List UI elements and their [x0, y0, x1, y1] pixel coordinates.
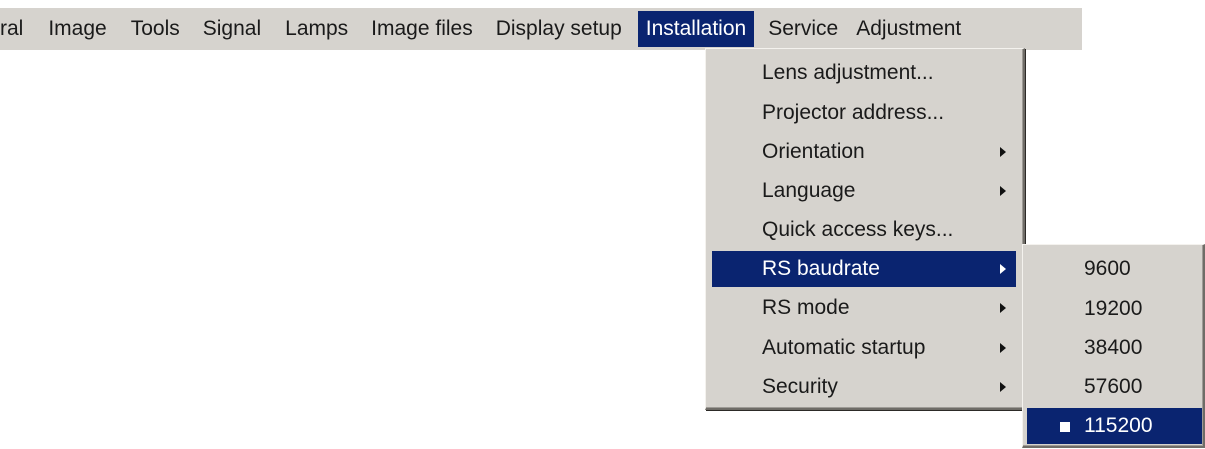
menu-item-label: RS baudrate	[762, 257, 880, 280]
menu-item-automatic-startup[interactable]: Automatic startup	[712, 330, 1016, 366]
menu-item-label: Security	[762, 375, 838, 398]
menubar-item-installation[interactable]: Installation	[637, 11, 755, 47]
menu-item-label: Lens adjustment...	[762, 61, 934, 84]
baudrate-option-115200[interactable]: 115200	[1027, 408, 1202, 444]
menu-item-label: Language	[762, 179, 856, 202]
submenu-arrow-icon	[1000, 264, 1006, 274]
menubar-item-tools[interactable]: Tools	[131, 8, 180, 50]
menu-item-projector-address[interactable]: Projector address...	[712, 95, 1016, 131]
submenu-arrow-icon	[1000, 147, 1006, 157]
menu-bar: ral Image Tools Signal Lamps Image files…	[0, 8, 1082, 50]
submenu-arrow-icon	[1000, 382, 1006, 392]
baudrate-option-label: 19200	[1084, 297, 1143, 320]
baudrate-option-19200[interactable]: 19200	[1027, 291, 1202, 327]
menu-item-label: Quick access keys...	[762, 218, 954, 241]
menu-item-rs-mode[interactable]: RS mode	[712, 290, 1016, 326]
menubar-item-service[interactable]: Service	[768, 8, 838, 50]
menubar-item-adjustment[interactable]: Adjustment	[856, 8, 961, 50]
baudrate-option-label: 9600	[1084, 257, 1131, 280]
menu-item-orientation[interactable]: Orientation	[712, 134, 1016, 170]
menu-item-label: Projector address...	[762, 101, 945, 124]
menubar-item-image[interactable]: Image	[48, 8, 106, 50]
selected-square-icon	[1060, 422, 1070, 432]
baudrate-option-label: 38400	[1084, 336, 1143, 359]
menu-item-language[interactable]: Language	[712, 173, 1016, 209]
menu-item-label: Automatic startup	[762, 336, 926, 359]
menubar-item-signal[interactable]: Signal	[203, 8, 261, 50]
menubar-item-display-setup[interactable]: Display setup	[496, 8, 622, 50]
submenu-arrow-icon	[1000, 343, 1006, 353]
menubar-item-general[interactable]: ral	[0, 8, 23, 50]
installation-dropdown-menu: Lens adjustment... Projector address... …	[705, 48, 1025, 410]
menubar-item-image-files[interactable]: Image files	[371, 8, 473, 50]
baudrate-option-38400[interactable]: 38400	[1027, 330, 1202, 366]
baudrate-submenu: 9600 19200 38400 57600 115200	[1022, 244, 1205, 448]
menu-item-security[interactable]: Security	[712, 369, 1016, 405]
baudrate-option-label: 57600	[1084, 375, 1143, 398]
submenu-arrow-icon	[1000, 303, 1006, 313]
menu-item-label: RS mode	[762, 296, 850, 319]
submenu-arrow-icon	[1000, 186, 1006, 196]
menu-item-rs-baudrate[interactable]: RS baudrate	[712, 251, 1016, 287]
menu-item-lens-adjustment[interactable]: Lens adjustment...	[712, 55, 1016, 91]
baudrate-option-57600[interactable]: 57600	[1027, 369, 1202, 405]
baudrate-option-9600[interactable]: 9600	[1027, 251, 1202, 287]
menubar-item-lamps[interactable]: Lamps	[285, 8, 348, 50]
baudrate-option-label: 115200	[1084, 414, 1153, 437]
menu-item-quick-access-keys[interactable]: Quick access keys...	[712, 212, 1016, 248]
menu-item-label: Orientation	[762, 140, 865, 163]
